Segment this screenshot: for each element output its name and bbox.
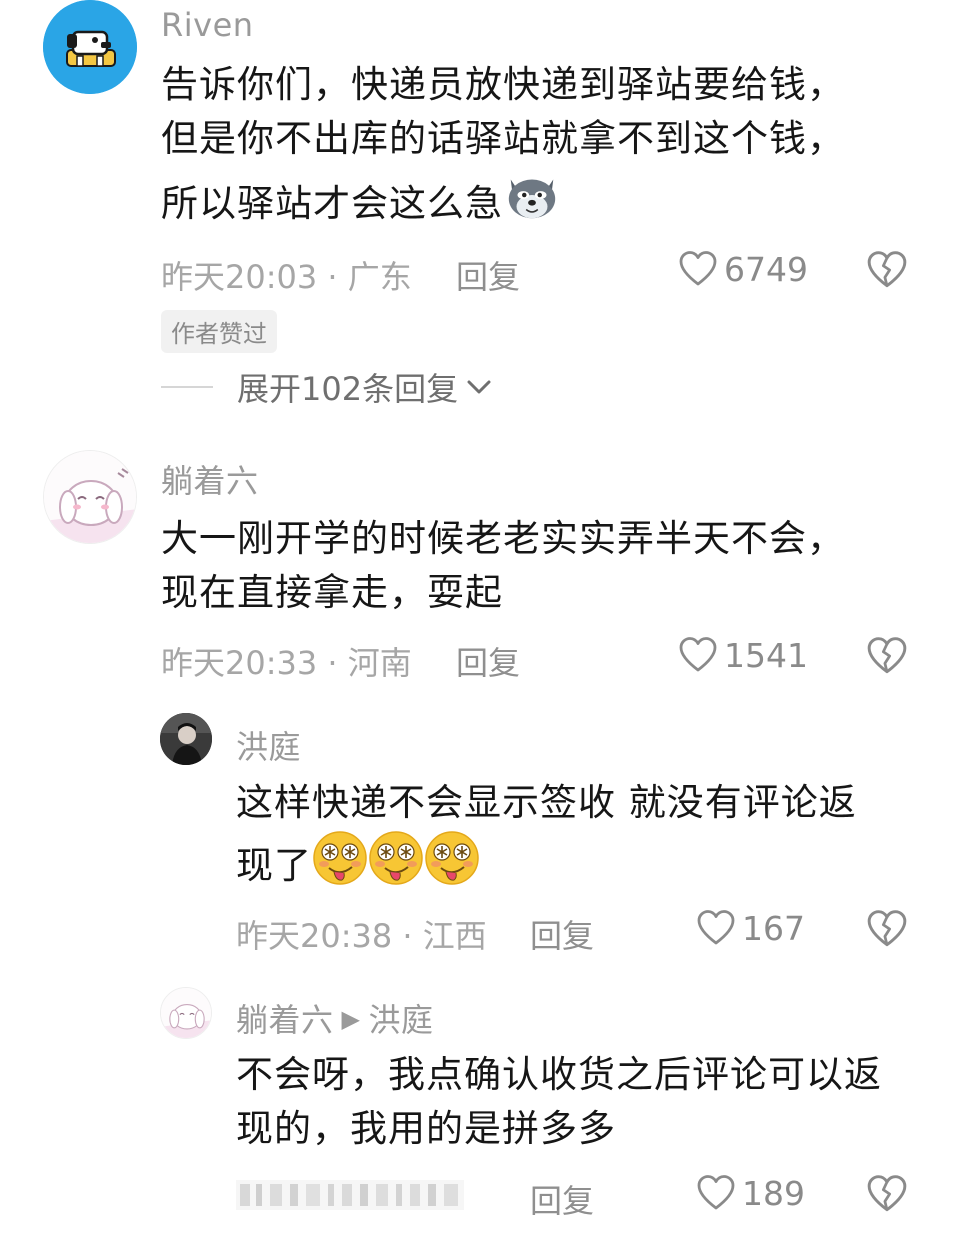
- comment-text: 告诉你们，快递员放快递到驿站要给钱， 但是你不出库的话驿站就拿不到这个钱， 所以…: [161, 58, 845, 231]
- like-button[interactable]: 189: [696, 1173, 805, 1213]
- expand-label: 展开102条回复: [237, 370, 459, 408]
- avatar[interactable]: [43, 0, 137, 94]
- dizzy-face-emoji-icon: [424, 830, 480, 886]
- comment-line: 所以驿站才会这么急: [161, 166, 845, 231]
- comment-meta: 昨天20:03 · 广东: [161, 258, 412, 296]
- avatar[interactable]: [160, 987, 212, 1039]
- avatar-dog-icon: [43, 0, 137, 94]
- username[interactable]: Riven: [161, 6, 254, 44]
- like-count: 189: [742, 1173, 805, 1213]
- like-count: 167: [742, 908, 805, 948]
- broken-heart-icon[interactable]: [866, 1173, 908, 1215]
- reply-text: 这样快递不会显示签收 就没有评论返 现了: [236, 776, 857, 893]
- comment-text: 大一刚开学的时候老老实实弄半天不会， 现在直接拿走，耍起: [161, 512, 845, 620]
- reply-button[interactable]: 回复: [530, 1176, 594, 1222]
- reply-to-username[interactable]: 洪庭: [368, 1001, 433, 1039]
- reply-button[interactable]: 回复: [456, 252, 520, 298]
- reply-button[interactable]: 回复: [456, 638, 520, 684]
- author-liked-badge: 作者赞过: [161, 310, 277, 353]
- comment-line: 现了: [236, 830, 857, 893]
- comment-line: 告诉你们，快递员放快递到驿站要给钱，: [161, 63, 845, 106]
- dizzy-face-emoji-icon: [368, 830, 424, 886]
- username[interactable]: 洪庭: [236, 722, 301, 768]
- avatar-bunny-icon: [44, 451, 136, 543]
- avatar[interactable]: [43, 450, 137, 544]
- heart-outline-icon: [678, 635, 718, 675]
- like-button[interactable]: 6749: [678, 249, 808, 289]
- comment-line: 但是你不出库的话驿站就拿不到这个钱，: [161, 112, 845, 166]
- comment-line-text: 现了: [236, 844, 312, 887]
- expand-divider: [161, 386, 213, 388]
- wolf-emoji-icon: [503, 166, 561, 224]
- chevron-down-icon: [467, 380, 491, 394]
- avatar-bunny-icon: [161, 988, 211, 1038]
- heart-outline-icon: [678, 249, 718, 289]
- expand-replies-button[interactable]: 展开102条回复: [161, 364, 494, 410]
- avatar[interactable]: [160, 713, 212, 765]
- avatar-person-icon: [160, 713, 212, 765]
- obscured-meta: [236, 1180, 464, 1210]
- reply-arrow-icon: ▶: [341, 1005, 361, 1033]
- username[interactable]: 躺着六: [161, 456, 259, 502]
- broken-heart-icon[interactable]: [866, 635, 908, 677]
- comment-meta: 昨天20:33 · 河南: [161, 644, 412, 682]
- broken-heart-icon[interactable]: [866, 249, 908, 291]
- dizzy-face-emoji-icon: [312, 830, 368, 886]
- like-count: 1541: [724, 635, 808, 675]
- comment-line: 大一刚开学的时候老老实实弄半天不会，: [161, 517, 845, 560]
- reply-button[interactable]: 回复: [530, 911, 594, 957]
- like-count: 6749: [724, 249, 808, 289]
- comment-line-text: 但是你不出库的话驿站就拿不到这个钱，: [161, 117, 845, 160]
- comment-line: 这样快递不会显示签收 就没有评论返: [236, 781, 857, 824]
- comment-line: 现的，我用的是拼多多: [236, 1107, 616, 1150]
- comment-line: 不会呀，我点确认收货之后评论可以返: [236, 1053, 882, 1096]
- comment-line: 现在直接拿走，耍起: [161, 571, 503, 614]
- reply-header: 躺着六 ▶ 洪庭: [236, 995, 434, 1041]
- like-button[interactable]: 1541: [678, 635, 808, 675]
- heart-outline-icon: [696, 1173, 736, 1213]
- comment-meta: 昨天20:38 · 江西: [236, 917, 487, 955]
- like-button[interactable]: 167: [696, 908, 805, 948]
- broken-heart-icon[interactable]: [866, 908, 908, 950]
- comment-line-text: 所以驿站才会这么急: [161, 182, 503, 225]
- heart-outline-icon: [696, 908, 736, 948]
- username[interactable]: 躺着六: [236, 1001, 334, 1039]
- reply-text: 不会呀，我点确认收货之后评论可以返 现的，我用的是拼多多: [236, 1048, 882, 1156]
